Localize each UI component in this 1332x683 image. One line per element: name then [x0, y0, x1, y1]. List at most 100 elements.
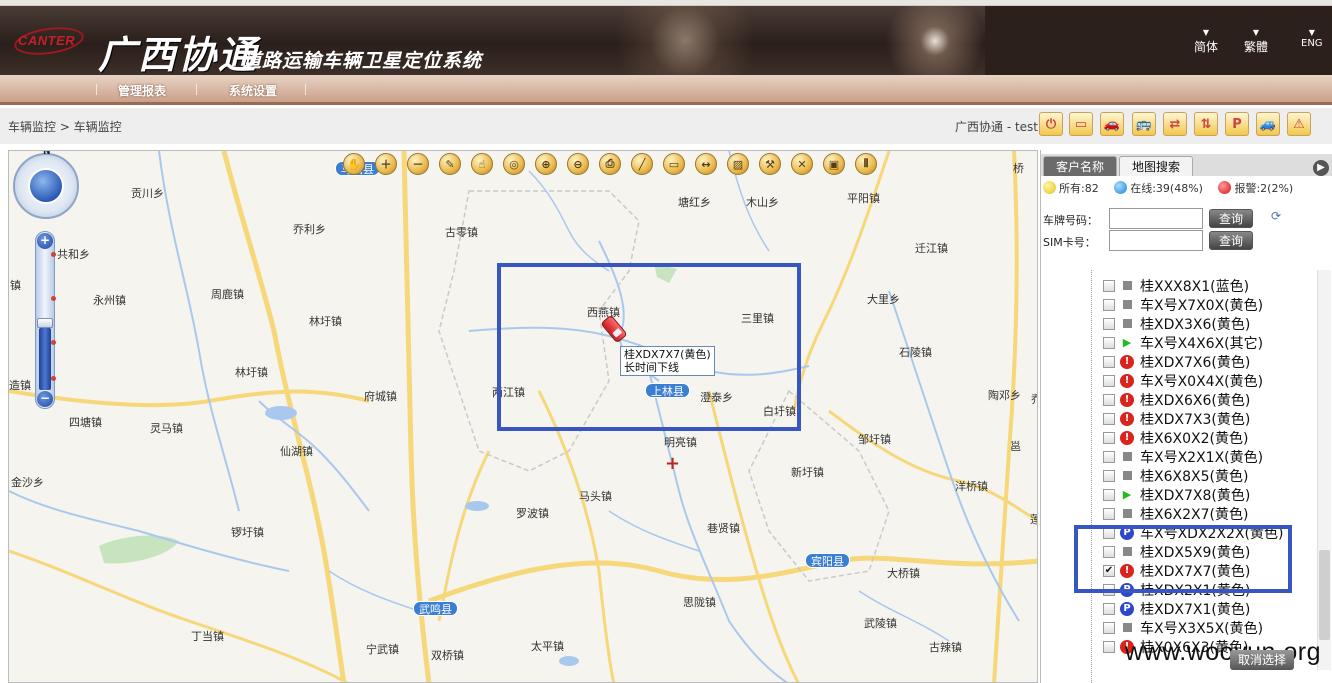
- hand-point-icon[interactable]: ☝: [471, 153, 493, 175]
- place-label: 乔: [1031, 391, 1037, 407]
- draw-line-icon[interactable]: ╱: [631, 153, 653, 175]
- vehicle-tree-item[interactable]: ! 车X号X0X4X(黄色): [1103, 371, 1263, 390]
- lang-traditional[interactable]: ▼ 繁體: [1244, 28, 1268, 55]
- vehicle-checkbox[interactable]: [1103, 488, 1115, 501]
- zoom-plus-icon[interactable]: +: [37, 233, 53, 249]
- pan-arrows-icon[interactable]: [28, 168, 64, 204]
- tab-map-search[interactable]: 地图搜索: [1119, 156, 1194, 176]
- fullextent-icon[interactable]: ◎: [503, 153, 525, 175]
- hatch-icon[interactable]: ▨: [727, 153, 749, 175]
- moving-icon: ▶: [1122, 488, 1132, 501]
- vehicle-checkbox[interactable]: [1103, 374, 1115, 387]
- place-label: 宁武镇: [366, 643, 399, 656]
- plate-query-button[interactable]: 查询: [1209, 209, 1253, 228]
- nav-system-settings[interactable]: 系统设置: [229, 82, 277, 99]
- vehicle-name: 桂XDX7X6(黄色): [1140, 354, 1251, 371]
- vehicle-checkbox[interactable]: [1103, 355, 1115, 368]
- zoom-thumb[interactable]: [37, 318, 53, 328]
- vehicle-tree-item[interactable]: ▶ 桂XDX7X8(黄色): [1103, 485, 1250, 504]
- vehicle-tree-item[interactable]: 车X号X3X5X(黄色): [1103, 618, 1263, 637]
- vehicle-name: 桂XDX7X1(黄色): [1140, 601, 1251, 618]
- tree-scrollbar[interactable]: [1317, 270, 1331, 670]
- vehicle-checkbox[interactable]: [1103, 431, 1115, 444]
- vehicle-checkbox[interactable]: [1103, 450, 1115, 463]
- measure-icon[interactable]: ↔: [695, 153, 717, 175]
- window-icon[interactable]: ▭: [1069, 112, 1093, 136]
- draw-rect-icon[interactable]: ▭: [663, 153, 685, 175]
- vehicle-checkbox[interactable]: [1103, 393, 1115, 406]
- vehicle-checkbox[interactable]: [1103, 602, 1115, 615]
- map-center-cross-icon: +: [665, 453, 681, 474]
- vehicle-tree-item[interactable]: ! 桂XDX7X6(黄色): [1103, 352, 1250, 371]
- nav-management-reports[interactable]: 管理报表: [118, 82, 166, 99]
- place-label: 永州镇: [93, 294, 126, 307]
- zoom-slider[interactable]: + −: [35, 231, 56, 409]
- vehicle-checkbox[interactable]: [1103, 412, 1115, 425]
- parking-icon[interactable]: P: [1225, 112, 1249, 136]
- zoom-in-icon[interactable]: ＋: [375, 153, 397, 175]
- power-icon[interactable]: ⏻: [1039, 112, 1063, 136]
- vehicle-tree-item[interactable]: ! 桂X6X0X2(黄色): [1103, 428, 1248, 447]
- lang-english[interactable]: ▼ ENG: [1301, 28, 1323, 49]
- vehicle-checkbox[interactable]: [1103, 621, 1115, 634]
- pan-hand-icon[interactable]: ✋: [343, 153, 365, 175]
- tools-icon[interactable]: ⚒: [759, 153, 781, 175]
- vehicle-checkbox[interactable]: [1103, 507, 1115, 520]
- vehicle-tree-item[interactable]: 桂XXX8X1(蓝色): [1103, 276, 1249, 295]
- offline-icon: [1120, 317, 1134, 331]
- pan-control[interactable]: N: [13, 150, 79, 219]
- lang-simplified[interactable]: ▼ 简体: [1194, 28, 1218, 55]
- traffic-light-icon[interactable]: ⦀: [855, 153, 877, 175]
- vehicle-checkbox[interactable]: [1103, 336, 1115, 349]
- sim-query-button[interactable]: 查询: [1209, 231, 1253, 250]
- tab-customer-name[interactable]: 客户名称: [1043, 156, 1118, 176]
- vehicle-checkbox[interactable]: [1103, 469, 1115, 482]
- breadcrumb: 车辆监控 > 车辆监控: [8, 120, 122, 134]
- bus-icon[interactable]: 🚌: [1132, 112, 1156, 136]
- vehicle-tree-item[interactable]: 桂X6X8X5(黄色): [1103, 466, 1248, 485]
- vehicle-tree-item[interactable]: P 桂XDX7X1(黄色): [1103, 599, 1250, 618]
- vehicle-tree-item[interactable]: 桂XDX3X6(黄色): [1103, 314, 1250, 333]
- add-point-icon[interactable]: ⊕: [535, 153, 557, 175]
- vehicle-tree-item[interactable]: 车X号X7X0X(黄色): [1103, 295, 1263, 314]
- logo: CANTER: [18, 33, 76, 48]
- car-alert-icon[interactable]: 🚙: [1256, 112, 1280, 136]
- route-icon[interactable]: ⇄: [1163, 112, 1187, 136]
- vehicle-tree-item[interactable]: 桂X6X2X7(黄色): [1103, 504, 1248, 523]
- refresh-icon[interactable]: ⟳: [1271, 209, 1285, 223]
- vehicle-name: 桂X6X8X5(黄色): [1140, 468, 1249, 485]
- plate-input[interactable]: [1109, 208, 1203, 229]
- alarm-icon: !: [1120, 411, 1134, 426]
- pencil-icon[interactable]: ✎: [439, 153, 461, 175]
- vehicle-checkbox[interactable]: [1103, 279, 1115, 292]
- compass-north: N: [43, 150, 51, 157]
- parking-status-icon: P: [1120, 601, 1134, 616]
- place-label: 灵马镇: [150, 422, 183, 435]
- vehicle-name: 车X号X0X4X(黄色): [1140, 373, 1264, 390]
- sim-input[interactable]: [1109, 230, 1203, 251]
- vehicle-tree-item[interactable]: ! 桂XDX6X6(黄色): [1103, 390, 1250, 409]
- print-icon[interactable]: ⎙: [599, 153, 621, 175]
- vehicle-icon[interactable]: 🚗: [1100, 112, 1124, 136]
- vehicle-tree-item[interactable]: ! 桂XDX7X3(黄色): [1103, 409, 1250, 428]
- zoom-minus-icon[interactable]: −: [37, 391, 53, 407]
- clear-icon[interactable]: ✕: [791, 153, 813, 175]
- zoom-out-icon[interactable]: －: [407, 153, 429, 175]
- bus-map-icon[interactable]: ▣: [823, 153, 845, 175]
- place-label: 莲: [1030, 511, 1037, 527]
- vehicle-checkbox[interactable]: [1103, 298, 1115, 311]
- vehicle-checkbox[interactable]: [1103, 640, 1115, 653]
- cancel-selection-button[interactable]: 取消选择: [1230, 650, 1294, 670]
- map-view[interactable]: 贡川乡 共和乡 乔利乡 古零镇 塘红乡 木山乡 平阳镇 迁江镇 永州镇 周鹿镇 …: [8, 150, 1038, 683]
- collapse-arrow-icon[interactable]: ▶: [1313, 160, 1329, 176]
- vehicle-tree-item[interactable]: 车X号X2X1X(黄色): [1103, 447, 1263, 466]
- vehicle-checkbox[interactable]: [1103, 317, 1115, 330]
- place-label: 塘红乡: [678, 196, 711, 209]
- remove-point-icon[interactable]: ⊖: [567, 153, 589, 175]
- all-dot-icon: [1043, 181, 1056, 194]
- vehicle-tree-item[interactable]: ▶ 车X号X4X6X(其它): [1103, 333, 1263, 352]
- transfer-icon[interactable]: ⇅: [1194, 112, 1218, 136]
- warning-icon[interactable]: ⚠: [1287, 112, 1311, 136]
- place-label: 明亮镇: [664, 436, 697, 449]
- offline-icon: [1120, 450, 1134, 464]
